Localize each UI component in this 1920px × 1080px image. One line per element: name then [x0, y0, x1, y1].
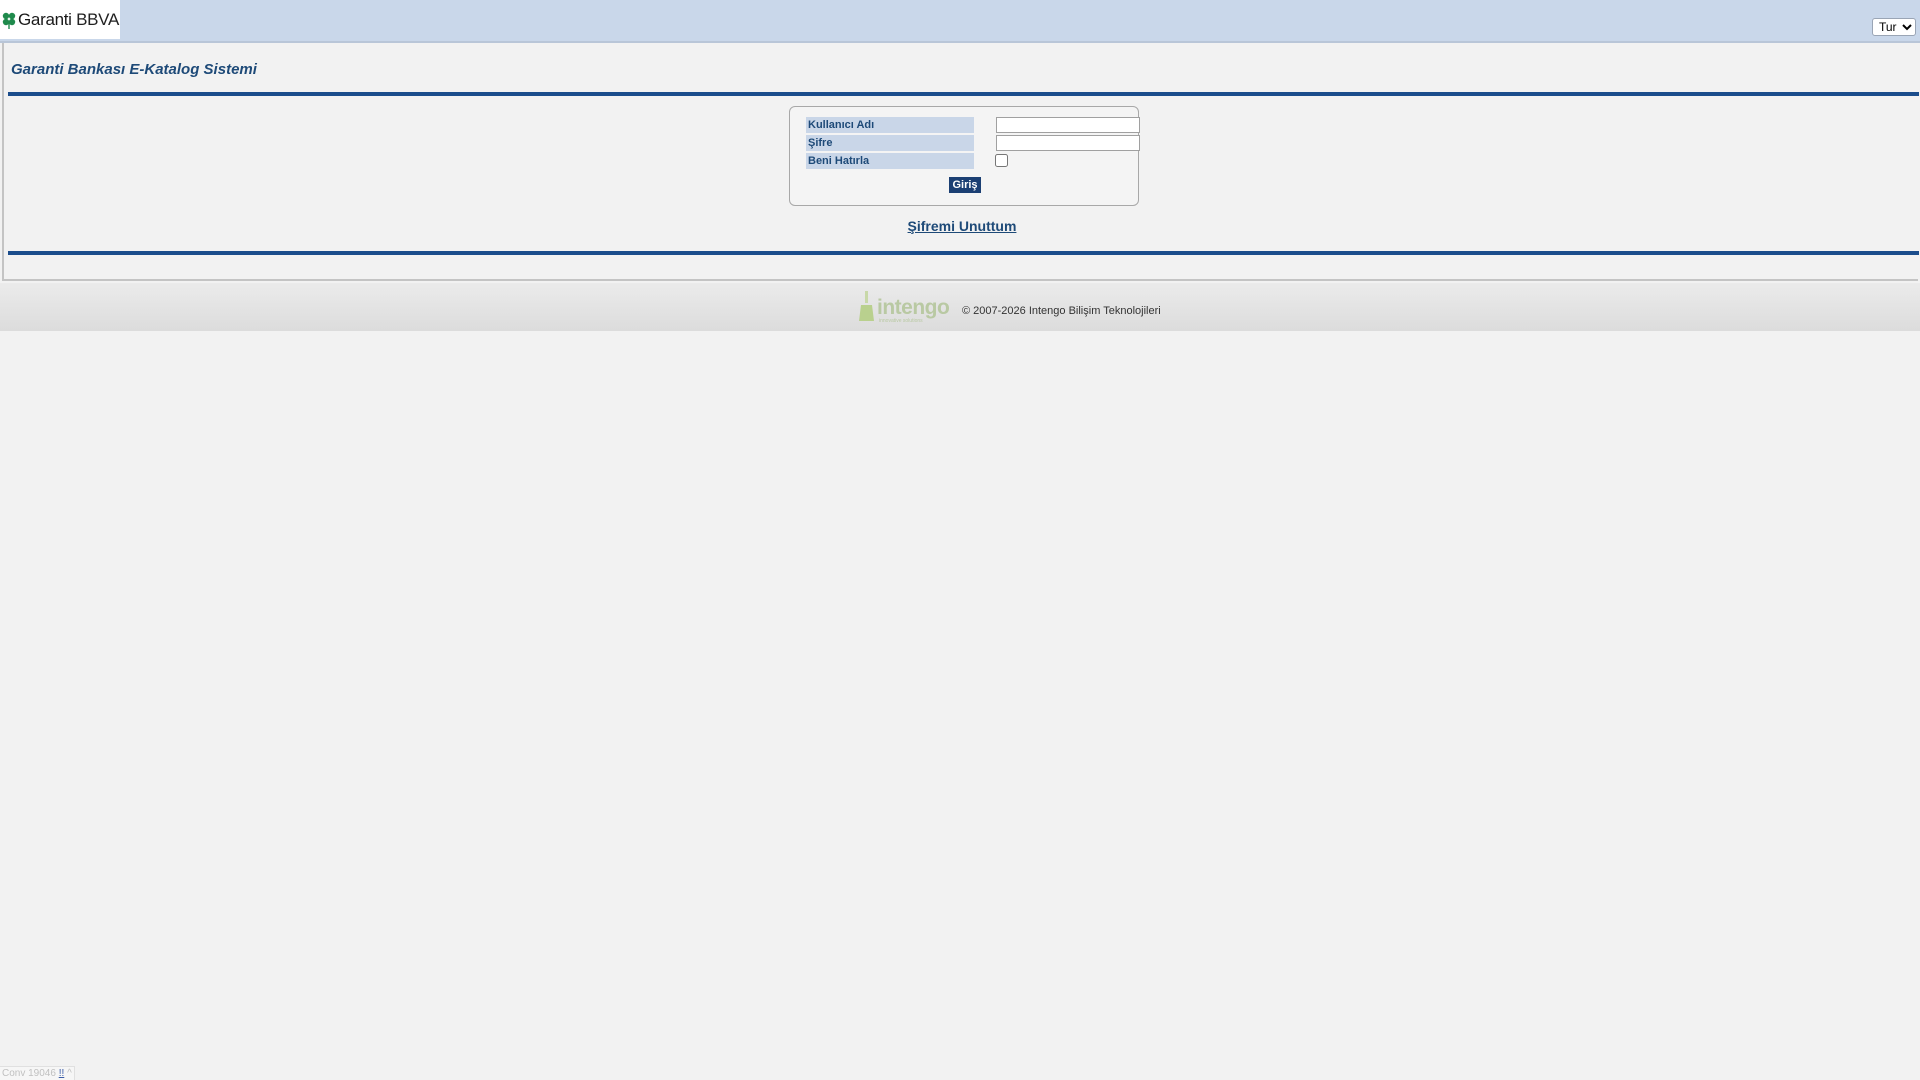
- version-link-top[interactable]: ^: [67, 1068, 72, 1079]
- footer: intengo innovative solutions © 2007-2026…: [0, 283, 1920, 331]
- flask-icon: [859, 291, 874, 321]
- intengo-logo[interactable]: intengo innovative solutions: [859, 289, 951, 325]
- remember-checkbox[interactable]: [995, 154, 1008, 167]
- intengo-wordmark: intengo: [877, 296, 950, 319]
- top-bar: Garanti BBVA Tur: [0, 0, 1920, 43]
- login-form: Kullanıcı Adı Şifre Beni Hatırla Giriş: [789, 106, 1140, 206]
- remember-label: Beni Hatırla: [806, 153, 974, 169]
- language-select[interactable]: Tur: [1872, 18, 1916, 36]
- divider-top: [8, 92, 1919, 96]
- password-input[interactable]: [996, 135, 1140, 151]
- username-label: Kullanıcı Adı: [806, 117, 974, 133]
- brand-name: Garanti: [18, 9, 72, 29]
- garanti-bbva-logo[interactable]: Garanti BBVA: [0, 0, 120, 39]
- page-title: Garanti Bankası E-Katalog Sistemi: [11, 61, 257, 78]
- logo-text: Garanti BBVA: [18, 10, 119, 30]
- username-input[interactable]: [996, 117, 1140, 133]
- copyright-text: © 2007-2026 Intengo Bilişim Teknolojiler…: [962, 305, 1161, 317]
- version-link-debug[interactable]: !!: [59, 1068, 65, 1079]
- main-content: Garanti Bankası E-Katalog Sistemi Kullan…: [2, 43, 1920, 281]
- divider-bottom: [8, 251, 1919, 255]
- forgot-password-link[interactable]: Şifremi Unuttum: [4, 218, 1920, 234]
- password-label: Şifre: [806, 135, 974, 151]
- brand-suffix: BBVA: [76, 9, 119, 29]
- login-button[interactable]: Giriş: [949, 177, 981, 193]
- clover-icon: [2, 12, 16, 29]
- version-text: Conv 19046: [2, 1068, 56, 1079]
- version-info: Conv 19046 !! ^: [0, 1066, 75, 1080]
- intengo-tagline: innovative solutions: [879, 318, 923, 324]
